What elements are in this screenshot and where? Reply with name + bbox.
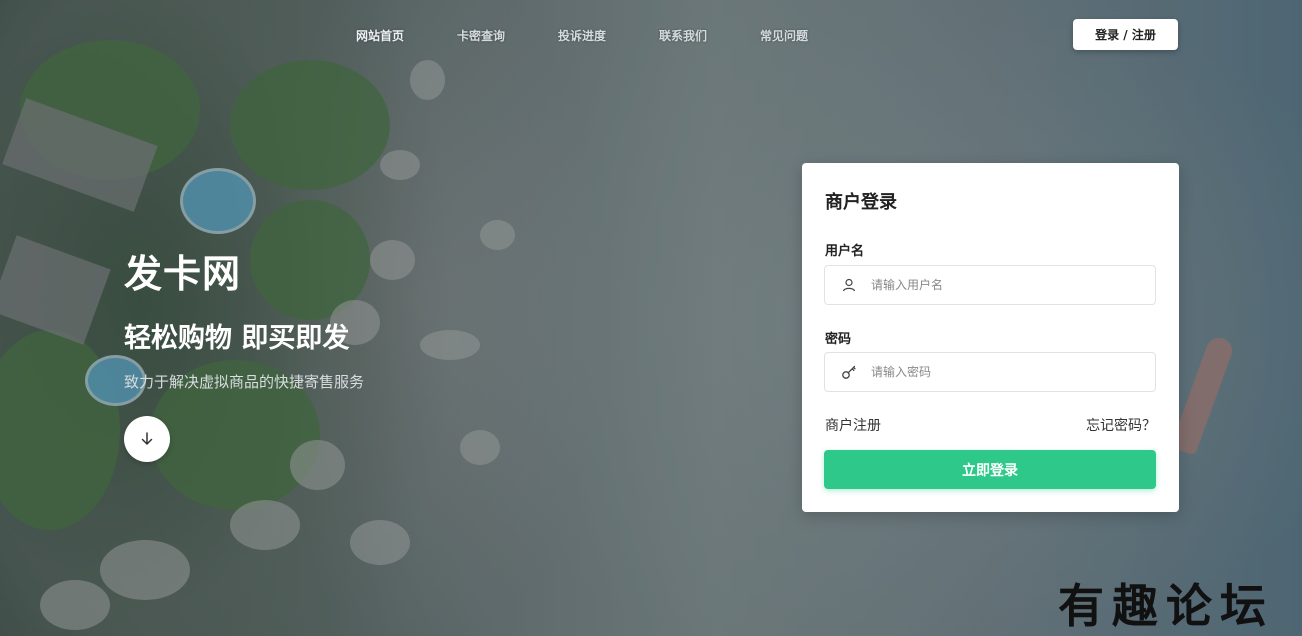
username-input[interactable] — [871, 266, 1141, 304]
username-label: 用户名 — [825, 244, 865, 259]
username-field-wrapper — [824, 265, 1156, 305]
arrow-down-icon — [141, 432, 153, 445]
scroll-down-button[interactable] — [124, 416, 170, 462]
top-nav: 网站首页 卡密查询 投诉进度 联系我们 常见问题 — [356, 27, 861, 44]
forgot-password-link[interactable]: 忘记密码？ — [1086, 415, 1156, 435]
nav-item-complaint-progress[interactable]: 投诉进度 — [558, 27, 659, 44]
login-register-button[interactable]: 登录 / 注册 — [1073, 19, 1178, 50]
key-icon — [842, 365, 856, 379]
nav-item-home[interactable]: 网站首页 — [356, 27, 457, 44]
nav-item-faq[interactable]: 常见问题 — [760, 27, 861, 44]
nav-item-contact-us[interactable]: 联系我们 — [659, 27, 760, 44]
nav-item-card-query[interactable]: 卡密查询 — [457, 27, 558, 44]
login-card-title: 商户登录 — [825, 192, 897, 213]
hero-description: 致力于解决虚拟商品的快捷寄售服务 — [124, 373, 365, 391]
login-submit-button[interactable]: 立即登录 — [824, 450, 1156, 489]
password-label: 密码 — [825, 332, 852, 347]
hero-subtitle: 轻松购物 即买即发 — [124, 323, 350, 354]
watermark-text: 有趣论坛 — [1058, 579, 1274, 633]
merchant-register-link[interactable]: 商户注册 — [825, 415, 881, 435]
password-input[interactable] — [871, 353, 1141, 391]
password-field-wrapper — [824, 352, 1156, 392]
user-icon — [842, 278, 856, 292]
merchant-login-card: 商户登录 用户名 密码 商户注册 忘记密码？ 立即登录 — [802, 163, 1179, 512]
hero-title: 发卡网 — [124, 252, 242, 296]
